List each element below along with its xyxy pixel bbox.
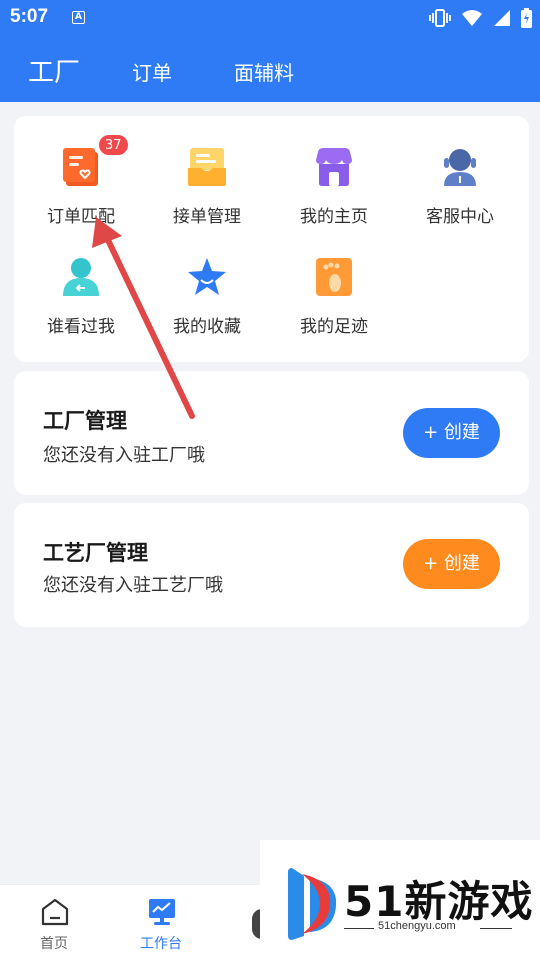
watermark-logo-icon [288, 868, 337, 940]
watermark-url: 51chengyu.com [378, 920, 456, 932]
bottom-nav-workbench-label: 工作台 [140, 936, 182, 952]
watermark-line-right [480, 928, 512, 929]
bottom-nav-home-label: 首页 [40, 936, 68, 952]
bottom-nav-home[interactable]: 首页 [4, 885, 104, 960]
annotation-arrow [92, 217, 195, 419]
watermark: 51新游戏 51chengyu.com [260, 840, 540, 960]
home-icon [41, 898, 69, 926]
watermark-line-left [344, 928, 374, 929]
workbench-chart-icon [149, 899, 175, 925]
bottom-nav-workbench[interactable]: 工作台 [111, 885, 211, 960]
